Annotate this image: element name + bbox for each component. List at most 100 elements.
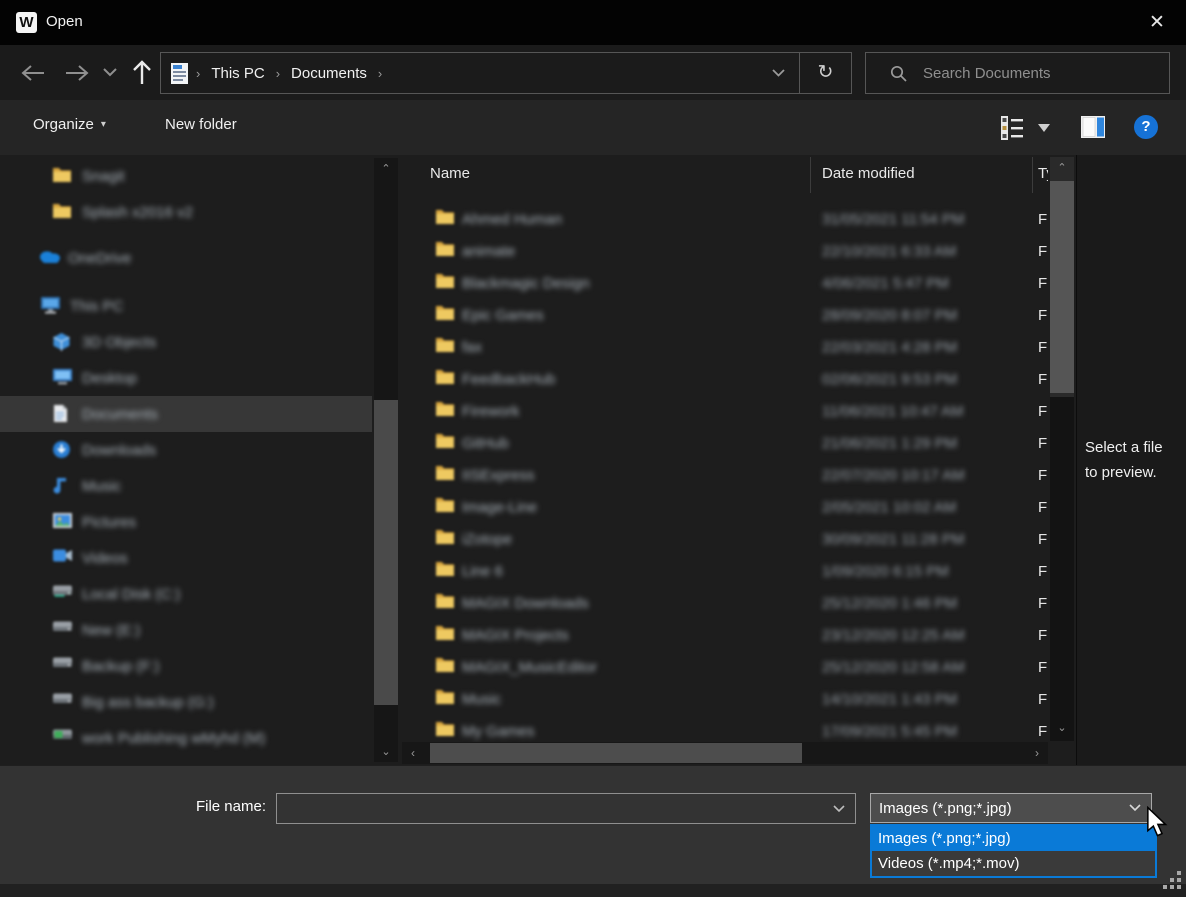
sidebar-item-backup-f[interactable]: Backup (F:)	[0, 648, 372, 684]
horizontal-scrollbar[interactable]: ‹ ›	[402, 742, 1048, 764]
horizontal-scrollbar-thumb[interactable]	[430, 743, 802, 763]
sidebar-item-new-e[interactable]: New (E:)	[0, 612, 372, 648]
sidebar-item-pictures[interactable]: Pictures	[0, 504, 372, 540]
type-cell: File folder	[1038, 659, 1048, 676]
preview-pane: Select a file to preview.	[1076, 155, 1186, 765]
sidebar-item-label: Music	[82, 478, 121, 495]
type-cell: File folder	[1038, 627, 1048, 644]
preview-pane-icon[interactable]	[1080, 115, 1106, 139]
folder-icon	[435, 688, 454, 707]
file-name-cell: MAGIX_MusicEditor	[462, 659, 597, 676]
file-row[interactable]: animate22/10/2021 6:33 AMFile folder	[402, 236, 1048, 268]
date-modified-cell: 4/06/2021 5:47 PM	[822, 275, 949, 292]
sidebar-item-3d-objects[interactable]: 3D Objects	[0, 324, 372, 360]
column-header-date-modified[interactable]: Date modified	[822, 165, 915, 182]
type-cell: File folder	[1038, 467, 1048, 484]
forward-icon[interactable]	[64, 62, 90, 84]
file-row[interactable]: MAGIX Projects23/12/2020 12:25 AMFile fo…	[402, 620, 1048, 652]
file-row[interactable]: Blackmagic Design4/06/2021 5:47 PMFile f…	[402, 268, 1048, 300]
column-divider[interactable]	[810, 157, 811, 193]
organize-button[interactable]: Organize▾	[33, 116, 106, 133]
new-folder-button[interactable]: New folder	[165, 116, 237, 133]
file-type-dropdown-list: Images (*.png;*.jpg)Videos (*.mp4;*.mov)	[870, 824, 1157, 878]
scroll-up-icon[interactable]: ⌃	[374, 160, 398, 178]
date-modified-cell: 02/06/2021 9:53 PM	[822, 371, 957, 388]
date-modified-cell: 25/12/2020 12:58 AM	[822, 659, 965, 676]
file-row[interactable]: Epic Games28/09/2020 8:07 PMFile folder	[402, 300, 1048, 332]
file-type-option[interactable]: Videos (*.mp4;*.mov)	[872, 851, 1155, 876]
window-bottom-edge	[0, 884, 1186, 897]
sidebar-item-label: Downloads	[82, 442, 156, 459]
file-name-history-chevron-icon[interactable]	[833, 805, 845, 813]
sidebar-item-documents[interactable]: Documents	[0, 396, 372, 432]
file-type-option[interactable]: Images (*.png;*.jpg)	[872, 826, 1155, 851]
breadcrumb-chevron-icon: ›	[269, 66, 287, 81]
sidebar-scrollbar-thumb[interactable]	[374, 400, 398, 705]
file-row[interactable]: Image-Line2/05/2021 10:02 AMFile folder	[402, 492, 1048, 524]
refresh-button[interactable]: ↻	[800, 52, 852, 94]
recent-locations-chevron-icon[interactable]	[103, 68, 117, 90]
folder-icon	[52, 202, 74, 222]
file-list-scrollbar[interactable]: ⌃ ⌄	[1050, 157, 1074, 741]
file-row[interactable]: MAGIX Downloads25/12/2020 1:46 PMFile fo…	[402, 588, 1048, 620]
sidebar-item-videos[interactable]: Videos	[0, 540, 372, 576]
sidebar-item-snagit[interactable]: Snagit	[0, 158, 372, 194]
sidebar-item-downloads[interactable]: Downloads	[0, 432, 372, 468]
column-header-type[interactable]: Type	[1038, 165, 1048, 182]
breadcrumb-this-pc[interactable]: This PC	[207, 65, 268, 82]
search-box[interactable]: Search Documents	[865, 52, 1170, 94]
sidebar-item-splash-x2016-v2[interactable]: Splash x2016 v2	[0, 194, 372, 230]
sidebar-item-music[interactable]: Music	[0, 468, 372, 504]
views-button[interactable]	[1000, 115, 1024, 141]
scroll-left-icon[interactable]: ‹	[404, 742, 422, 764]
help-icon[interactable]: ?	[1134, 115, 1158, 139]
file-list-scrollbar-thumb[interactable]	[1050, 181, 1074, 393]
file-row[interactable]: fax22/03/2021 4:28 PMFile folder	[402, 332, 1048, 364]
close-icon[interactable]: ✕	[1140, 8, 1174, 38]
scroll-up-icon[interactable]: ⌃	[1050, 159, 1074, 177]
sidebar-item-local-disk-c[interactable]: Local Disk (C:)	[0, 576, 372, 612]
sidebar-item-label: Big ass backup (G:)	[82, 694, 214, 711]
sidebar-item-this-pc[interactable]: This PC	[0, 288, 372, 324]
file-name-input[interactable]	[276, 793, 856, 824]
sidebar-item-desktop[interactable]: Desktop	[0, 360, 372, 396]
file-row[interactable]: Music14/10/2021 1:43 PMFile folder	[402, 684, 1048, 716]
file-name-cell: Line 6	[462, 563, 503, 580]
file-row[interactable]: Line 61/09/2020 6:15 PMFile folder	[402, 556, 1048, 588]
sidebar-item-label: Local Disk (C:)	[82, 586, 180, 603]
file-name-cell: MAGIX Projects	[462, 627, 569, 644]
column-header-name[interactable]: Name	[430, 165, 470, 182]
file-row[interactable]: Firework11/06/2021 10:47 AMFile folder	[402, 396, 1048, 428]
address-dropdown-chevron-icon[interactable]	[772, 69, 785, 77]
file-row[interactable]: Ahmed Human31/05/2021 11:54 PMFile folde…	[402, 204, 1048, 236]
breadcrumb-documents[interactable]: Documents	[287, 65, 371, 82]
file-row[interactable]: GitHub21/06/2021 1:29 PMFile folder	[402, 428, 1048, 460]
window-title: Open	[46, 13, 83, 30]
back-icon[interactable]	[20, 62, 46, 84]
search-icon	[890, 65, 907, 82]
sidebar-item-label: This PC	[70, 298, 123, 315]
file-row[interactable]: MAGIX_MusicEditor 25/12/2020 12:58 AM File…	[402, 652, 1048, 684]
views-caret-icon[interactable]	[1038, 124, 1050, 132]
file-row[interactable]: iZotope30/09/2021 11:28 PMFile folder	[402, 524, 1048, 556]
date-modified-cell: 17/09/2021 5:45 PM	[822, 723, 957, 740]
sidebar-item-label: 3D Objects	[82, 334, 156, 351]
resize-grip[interactable]	[1163, 871, 1181, 889]
up-icon[interactable]	[131, 59, 153, 81]
scroll-down-icon[interactable]: ⌄	[1050, 719, 1074, 737]
file-row[interactable]: IISExpress22/07/2020 10:17 AMFile folder	[402, 460, 1048, 492]
scroll-right-icon[interactable]: ›	[1028, 742, 1046, 764]
folder-icon	[435, 560, 454, 579]
file-row[interactable]: FeedbackHub02/06/2021 9:53 PMFile folder	[402, 364, 1048, 396]
file-type-select[interactable]: Images (*.png;*.jpg)	[870, 793, 1152, 823]
folder-icon	[435, 240, 454, 259]
scroll-down-icon[interactable]: ⌄	[374, 743, 398, 761]
sidebar-item-big-ass-backup-g[interactable]: Big ass backup (G:)	[0, 684, 372, 720]
sidebar-item-work-publishing-wmyhd-m[interactable]: work Publishing wMyhd (M)	[0, 720, 372, 756]
sidebar-scrollbar[interactable]: ⌃ ⌄	[374, 158, 398, 762]
address-bar[interactable]: › This PC › Documents ›	[160, 52, 800, 94]
file-name-cell: FeedbackHub	[462, 371, 555, 388]
drive-icon	[52, 656, 74, 676]
sidebar-item-onedrive[interactable]: OneDrive	[0, 240, 372, 276]
column-divider[interactable]	[1032, 157, 1033, 193]
